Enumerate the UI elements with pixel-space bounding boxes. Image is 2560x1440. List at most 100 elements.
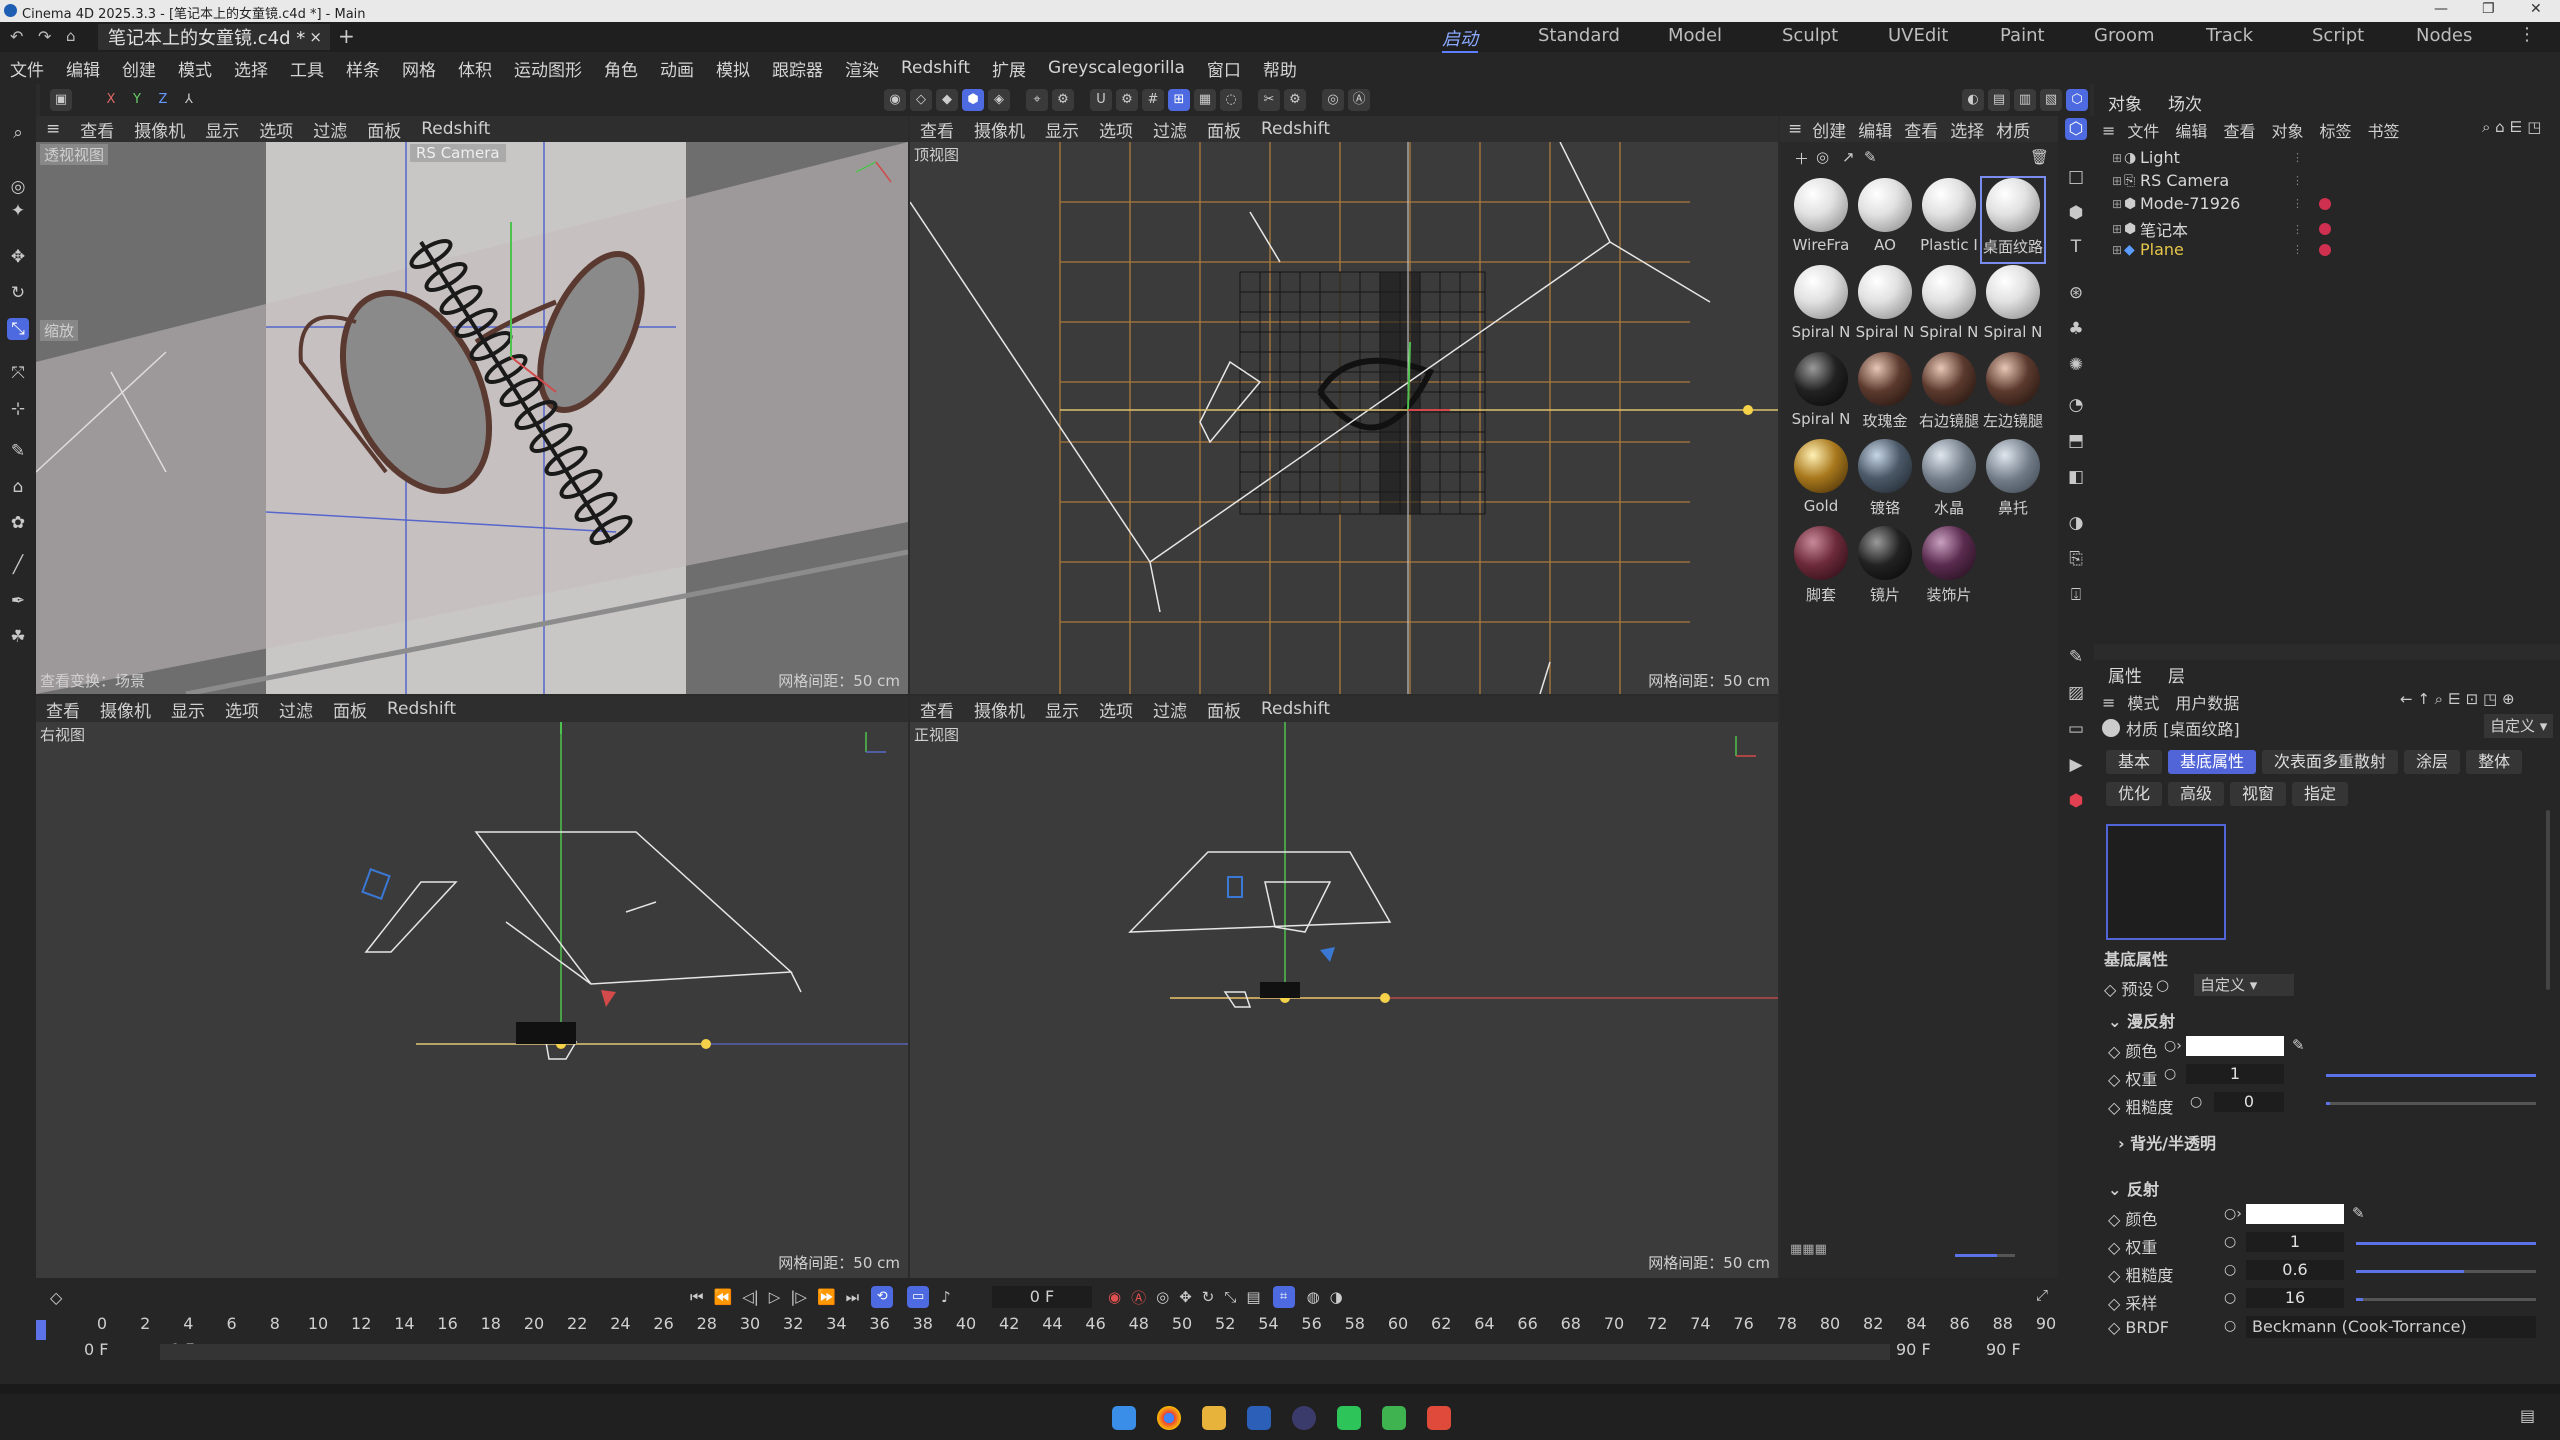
start-frame-field[interactable]: 0 F <box>84 1340 108 1359</box>
diffuse-color-swatch[interactable] <box>2186 1036 2284 1056</box>
attr-group-button[interactable]: 高级 <box>2168 782 2225 806</box>
object-search-icon[interactable]: ⌕ ⌂ ⋿ ◳ <box>2482 118 2541 136</box>
object-row[interactable]: ⊞ ⎘ RS Camera ⋮ <box>2112 171 2552 190</box>
reflection-roughness-keyframe-icon[interactable]: ○ <box>2224 1262 2236 1278</box>
menu-item[interactable]: 角色 <box>604 56 638 81</box>
object-manager-icon[interactable]: ⬡ <box>2065 118 2087 140</box>
tab-objects[interactable]: 对象 <box>2108 90 2142 115</box>
render-view-icon[interactable]: ◐ <box>1962 89 1984 111</box>
object-row[interactable]: ⊞ ⬢ 笔记本 ⋮ <box>2112 217 2552 241</box>
render-region-icon[interactable]: ✂ <box>1258 89 1280 111</box>
reflection-weight-keyframe-icon[interactable]: ○ <box>2224 1234 2236 1250</box>
cube-icon[interactable]: □ <box>2065 166 2087 188</box>
preview-end-field[interactable]: 90 F <box>1896 1340 1931 1359</box>
visibility-dots-icon[interactable]: ⋮ <box>2292 197 2303 210</box>
app-green-icon[interactable] <box>1382 1406 1406 1430</box>
axis-x-lock[interactable]: X <box>100 89 122 111</box>
mat-menu-create[interactable]: 创建 <box>1812 117 1846 142</box>
attr-nav-icons[interactable]: ← ↑ ⌕ ⋿ ⊡ ◳ ⊕ <box>2400 690 2515 708</box>
menu-options[interactable]: 选项 <box>259 117 293 142</box>
light-icon[interactable]: ◑ <box>2065 512 2087 534</box>
material-preview-icon[interactable]: ◎ <box>1816 148 1829 166</box>
material-swatch[interactable]: Spiral N <box>1790 265 1852 349</box>
menu-item[interactable]: Greyscalegorilla <box>1048 58 1185 78</box>
object-row[interactable]: ⊞ ◑ Light ⋮ <box>2112 148 2552 167</box>
menu-options[interactable]: 选项 <box>225 697 259 722</box>
texture-mode-icon[interactable]: ◈ <box>988 89 1010 111</box>
backlight-section[interactable]: › 背光/半透明 <box>2118 1130 2216 1154</box>
mat-menu-view[interactable]: 查看 <box>1904 117 1938 142</box>
material-swatch[interactable]: 镜片 <box>1854 526 1916 610</box>
obj-menu-file[interactable]: 文件 <box>2127 118 2159 142</box>
material-swatch[interactable]: 装饰片 <box>1918 526 1980 610</box>
expand-icon[interactable]: ⊞ <box>2112 197 2124 211</box>
menu-item[interactable]: 样条 <box>346 56 380 81</box>
layout-tab[interactable]: Standard <box>1538 25 1620 46</box>
magnet-icon[interactable]: U <box>1090 89 1112 111</box>
material-swatch[interactable]: 左边镜腿 <box>1982 352 2044 436</box>
workplane-settings-icon[interactable]: ◌ <box>1220 89 1242 111</box>
attr-group-button[interactable]: 基底属性 <box>2168 750 2257 774</box>
diffuse-weight-slider[interactable] <box>2326 1074 2536 1077</box>
mat-menu-edit[interactable]: 编辑 <box>1858 117 1892 142</box>
minimize-icon[interactable]: — <box>2434 1 2448 17</box>
perspective-viewport[interactable]: 透视视图 RS Camera 缩放 查看变换：场景 网格间距：50 cm <box>36 142 908 694</box>
material-swatch[interactable]: Spiral N <box>1982 265 2044 349</box>
search-icon[interactable]: ⌕ <box>7 122 29 144</box>
menu-filter[interactable]: 过滤 <box>313 117 347 142</box>
diffuse-roughness-slider[interactable] <box>2326 1102 2536 1105</box>
reflection-samples-value[interactable]: 16 <box>2246 1288 2344 1308</box>
spline-pen-icon[interactable]: ✒ <box>7 590 29 612</box>
live-selection-icon[interactable]: ✦ <box>7 200 29 222</box>
material-swatch[interactable]: 镀铬 <box>1854 439 1916 523</box>
snap-settings-icon[interactable]: ⚙ <box>1052 89 1074 111</box>
layout-tab[interactable]: Nodes <box>2416 25 2472 46</box>
menu-item[interactable]: 窗口 <box>1207 56 1241 81</box>
menu-item[interactable]: 模式 <box>178 56 212 81</box>
menu-cameras[interactable]: 摄像机 <box>974 697 1025 722</box>
material-swatch[interactable]: 玫瑰金 <box>1854 352 1916 436</box>
select-icon[interactable]: ◎ <box>7 176 29 198</box>
front-viewport[interactable]: 正视图 网格间距：50 cm <box>910 722 1778 1278</box>
paint-icon[interactable]: ✿ <box>7 512 29 534</box>
object-row[interactable]: ⊞ ◆ Plane ⋮ <box>2112 240 2552 259</box>
points-mode-icon[interactable]: ◉ <box>884 89 906 111</box>
file-explorer-icon[interactable] <box>1202 1406 1226 1430</box>
material-view-mode-icon[interactable]: ▦▦▦ <box>1790 1242 1827 1257</box>
menu-item[interactable]: 动画 <box>660 56 694 81</box>
cinema4d-taskbar-icon[interactable] <box>1292 1406 1316 1430</box>
word-icon[interactable] <box>1247 1406 1271 1430</box>
menu-view[interactable]: 查看 <box>920 117 954 142</box>
rotate-icon[interactable]: ↻ <box>7 282 29 304</box>
attr-group-button[interactable]: 优化 <box>2106 782 2163 806</box>
render-settings-icon[interactable]: ⚙ <box>1284 89 1306 111</box>
menu-filter[interactable]: 过滤 <box>1153 697 1187 722</box>
material-swatch[interactable]: Plastic I <box>1918 178 1980 262</box>
menu-item[interactable]: 选择 <box>234 56 268 81</box>
reflection-weight-slider[interactable] <box>2356 1242 2536 1245</box>
menu-panel[interactable]: 面板 <box>1207 697 1241 722</box>
mat-menu-material[interactable]: 材质 <box>1996 117 2030 142</box>
brdf-dropdown[interactable]: Beckmann (Cook-Torrance) <box>2246 1316 2536 1338</box>
object-mode-icon[interactable]: ▣ <box>50 89 72 111</box>
menu-item[interactable]: 渲染 <box>845 56 879 81</box>
new-tab-icon[interactable]: + <box>338 24 355 48</box>
add-material-icon[interactable]: ＋ <box>1794 148 1809 169</box>
reflection-section[interactable]: ⌄ 反射 <box>2108 1176 2159 1200</box>
redshift-render-view-icon[interactable]: ⬡ <box>2066 89 2088 111</box>
text-icon[interactable]: T <box>2065 236 2087 258</box>
layout-tab[interactable]: Script <box>2312 25 2364 46</box>
menu-display[interactable]: 显示 <box>1045 697 1079 722</box>
scale-icon[interactable]: ⤡ <box>7 318 29 340</box>
redshift-icon[interactable]: ⬢ <box>2065 790 2087 812</box>
extrude-icon[interactable]: ⌂ <box>7 476 29 498</box>
menu-options[interactable]: 选项 <box>1099 117 1133 142</box>
picture-viewer-icon[interactable]: ▨ <box>2065 682 2087 704</box>
knife-icon[interactable]: ✎ <box>7 440 29 462</box>
top-viewport[interactable]: 顶视图 网格间距：50 cm <box>910 142 1778 694</box>
mat-menu-select[interactable]: 选择 <box>1950 117 1984 142</box>
layout-tab[interactable]: Model <box>1668 25 1722 46</box>
attribute-panel-icon[interactable]: ≡ <box>2102 693 2115 712</box>
tab-takes[interactable]: 场次 <box>2168 90 2202 115</box>
snap-icon[interactable]: ⌖ <box>1026 89 1048 111</box>
